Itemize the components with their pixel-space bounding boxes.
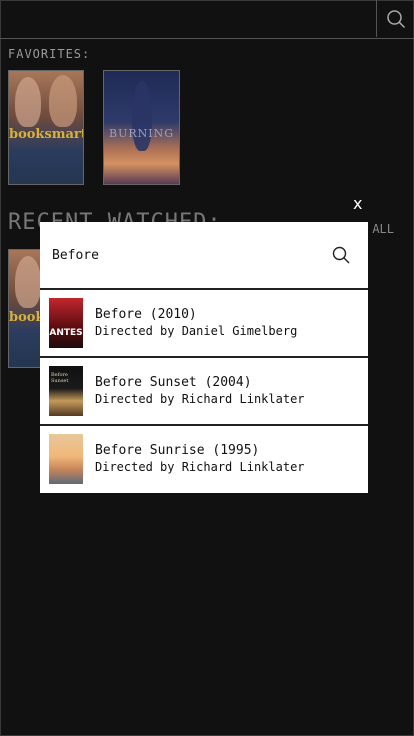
favorite-poster-burning[interactable]: BURNING — [103, 70, 180, 185]
favorites-title: FAVORITES: — [8, 47, 91, 61]
close-modal-button[interactable]: x — [353, 194, 362, 213]
search-result-item[interactable]: Before Sunrise (1995) Directed by Richar… — [40, 426, 368, 492]
result-poster: Before Sunset — [49, 366, 83, 416]
result-poster: ANTES — [49, 298, 83, 348]
search-icon — [386, 9, 405, 28]
result-title: Before Sunrise (1995) — [95, 443, 260, 458]
result-title: Before (2010) — [95, 307, 197, 322]
top-bar — [0, 0, 414, 39]
search-query: Before — [52, 247, 99, 263]
result-director: Directed by Richard Linklater — [95, 460, 305, 474]
result-text: Before (2010) Directed by Daniel Gimelbe… — [95, 307, 297, 339]
poster-figure — [15, 77, 41, 127]
poster-title: ANTES — [49, 328, 83, 338]
result-poster — [49, 434, 83, 484]
result-title: Before Sunset (2004) — [95, 375, 252, 390]
poster-figure — [15, 256, 41, 308]
search-modal: Before ANTES Before (2010) Directed by D… — [40, 222, 368, 493]
search-result-item[interactable]: Before Sunset Before Sunset (2004) Direc… — [40, 358, 368, 426]
search-result-item[interactable]: ANTES Before (2010) Directed by Daniel G… — [40, 290, 368, 358]
result-director: Directed by Richard Linklater — [95, 392, 305, 406]
search-icon[interactable] — [332, 246, 350, 264]
poster-title: booksmart — [9, 127, 84, 142]
poster-figure — [132, 81, 152, 151]
search-button[interactable] — [376, 0, 414, 37]
poster-title: Before Sunset — [51, 372, 69, 384]
result-text: Before Sunrise (1995) Directed by Richar… — [95, 443, 305, 475]
favorite-poster-booksmart[interactable]: booksmart — [8, 70, 84, 185]
poster-figure — [49, 75, 77, 127]
result-text: Before Sunset (2004) Directed by Richard… — [95, 375, 305, 407]
poster-title: BURNING — [108, 127, 175, 140]
see-all-link[interactable]: ALL — [372, 222, 394, 236]
result-director: Directed by Daniel Gimelberg — [95, 324, 298, 338]
search-input[interactable]: Before — [40, 222, 368, 290]
